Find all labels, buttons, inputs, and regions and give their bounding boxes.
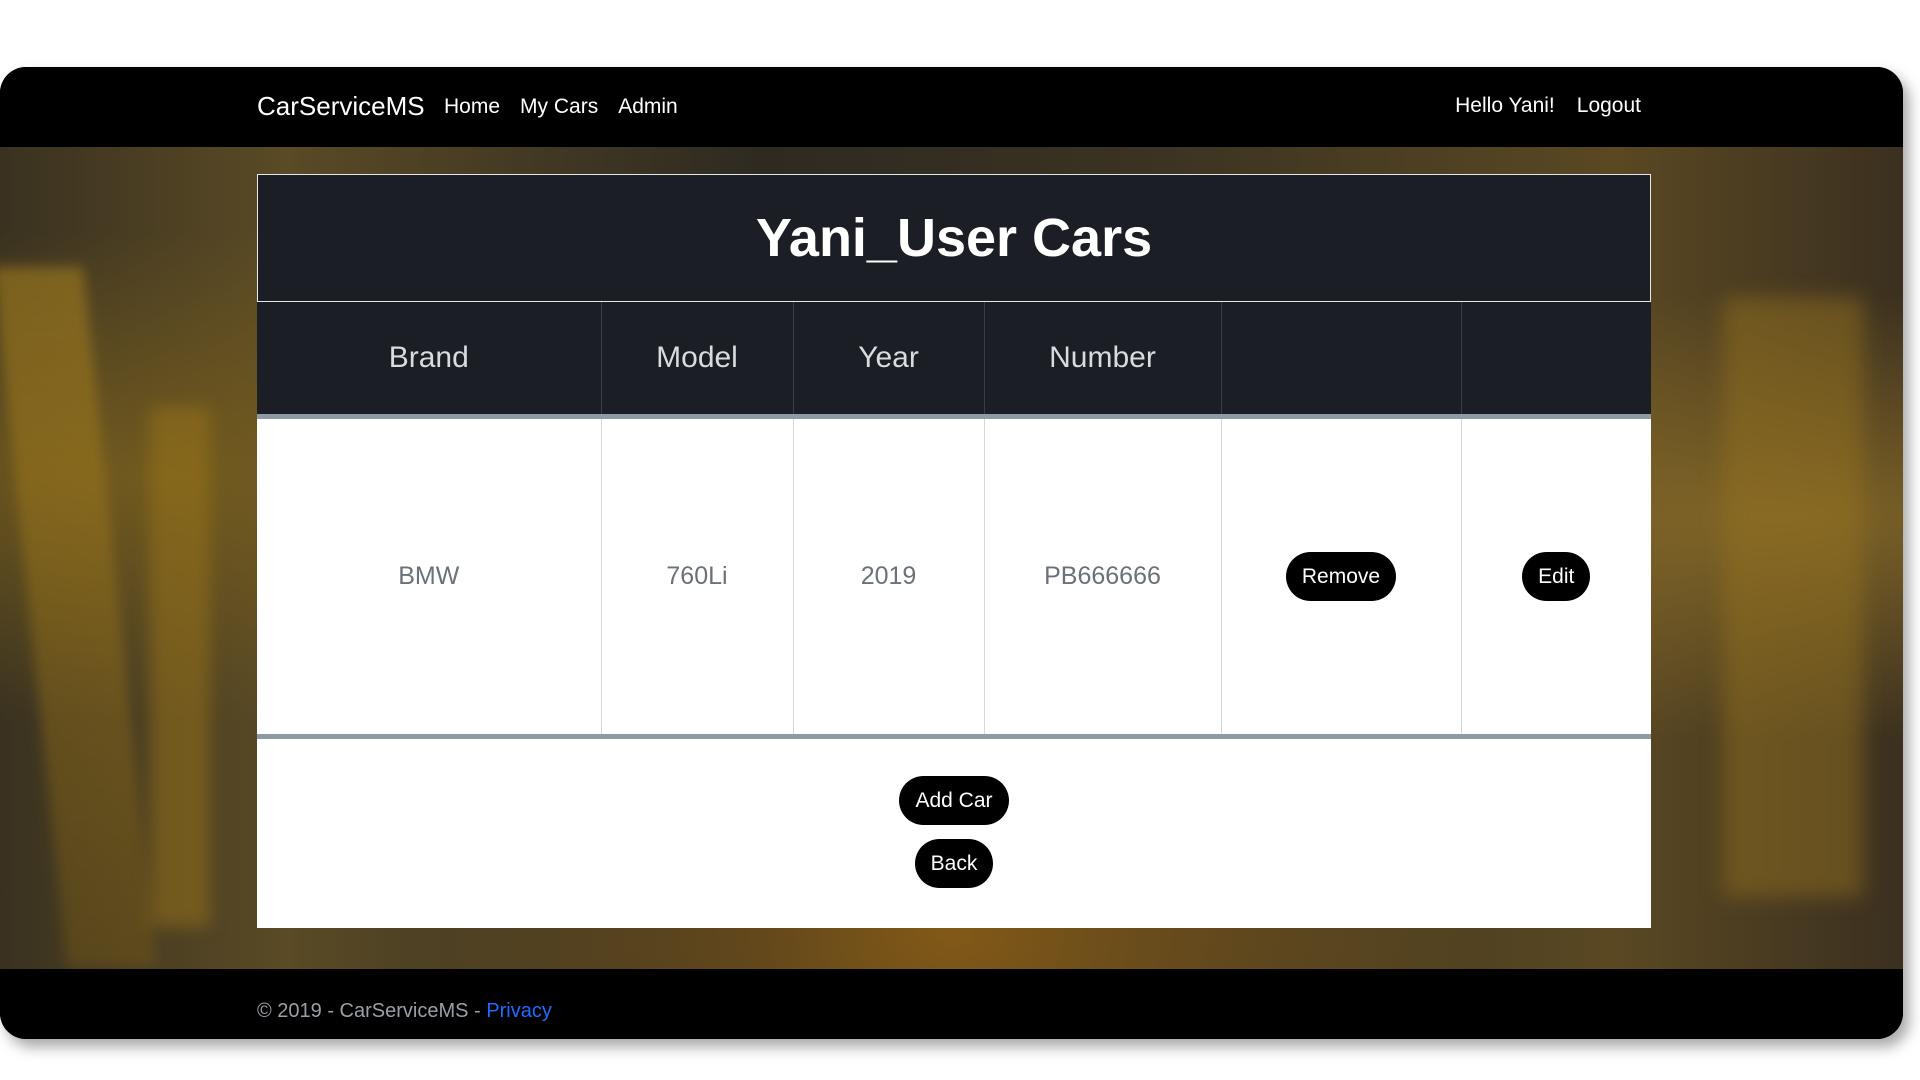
column-header-edit	[1461, 302, 1651, 419]
nav-home-link[interactable]: Home	[444, 95, 500, 119]
column-header-brand: Brand	[257, 302, 602, 419]
add-car-button[interactable]: Add Car	[899, 776, 1009, 825]
nav-user-area: Hello Yani! Logout	[1455, 94, 1641, 118]
remove-button[interactable]: Remove	[1285, 552, 1397, 601]
brand-link[interactable]: CarServiceMS	[257, 91, 425, 122]
cell-remove: Remove	[1221, 416, 1462, 739]
nav-admin-link[interactable]: Admin	[618, 95, 678, 119]
page-title: Yani_User Cars	[257, 174, 1651, 302]
user-greeting[interactable]: Hello Yani!	[1455, 94, 1555, 118]
nav-links: Home My Cars Admin	[444, 95, 678, 119]
background-shape	[1723, 297, 1863, 897]
cars-card: Yani_User Cars Brand Model Year Number B…	[257, 174, 1651, 928]
cell-model: 760Li	[601, 416, 794, 739]
column-header-year: Year	[793, 302, 985, 419]
cell-year: 2019	[793, 416, 985, 739]
cell-edit: Edit	[1461, 416, 1651, 739]
cell-number: PB666666	[984, 416, 1222, 739]
column-header-number: Number	[984, 302, 1222, 419]
background-shape	[150, 407, 210, 927]
cell-brand: BMW	[257, 416, 602, 739]
footer-text: © 2019 - CarServiceMS - Privacy	[257, 1000, 552, 1023]
top-navbar: CarServiceMS Home My Cars Admin Hello Ya…	[0, 67, 1903, 147]
column-header-remove	[1221, 302, 1462, 419]
table-row: BMW 760Li 2019 PB666666 Remove Edit	[257, 416, 1651, 739]
background-shape	[0, 267, 157, 967]
privacy-link[interactable]: Privacy	[486, 1000, 552, 1022]
table-header-row: Brand Model Year Number	[257, 302, 1651, 419]
browser-window: CarServiceMS Home My Cars Admin Hello Ya…	[0, 67, 1903, 1039]
cars-table: Brand Model Year Number BMW 760Li 2019 P…	[257, 302, 1651, 739]
footer: © 2019 - CarServiceMS - Privacy	[0, 969, 1903, 1039]
back-button[interactable]: Back	[914, 839, 994, 888]
logout-link[interactable]: Logout	[1577, 94, 1641, 118]
nav-my-cars-link[interactable]: My Cars	[520, 95, 598, 119]
edit-button[interactable]: Edit	[1522, 552, 1591, 601]
column-header-model: Model	[601, 302, 794, 419]
copyright-text: © 2019 - CarServiceMS -	[257, 1000, 487, 1022]
card-actions: Add Car Back	[257, 776, 1651, 888]
